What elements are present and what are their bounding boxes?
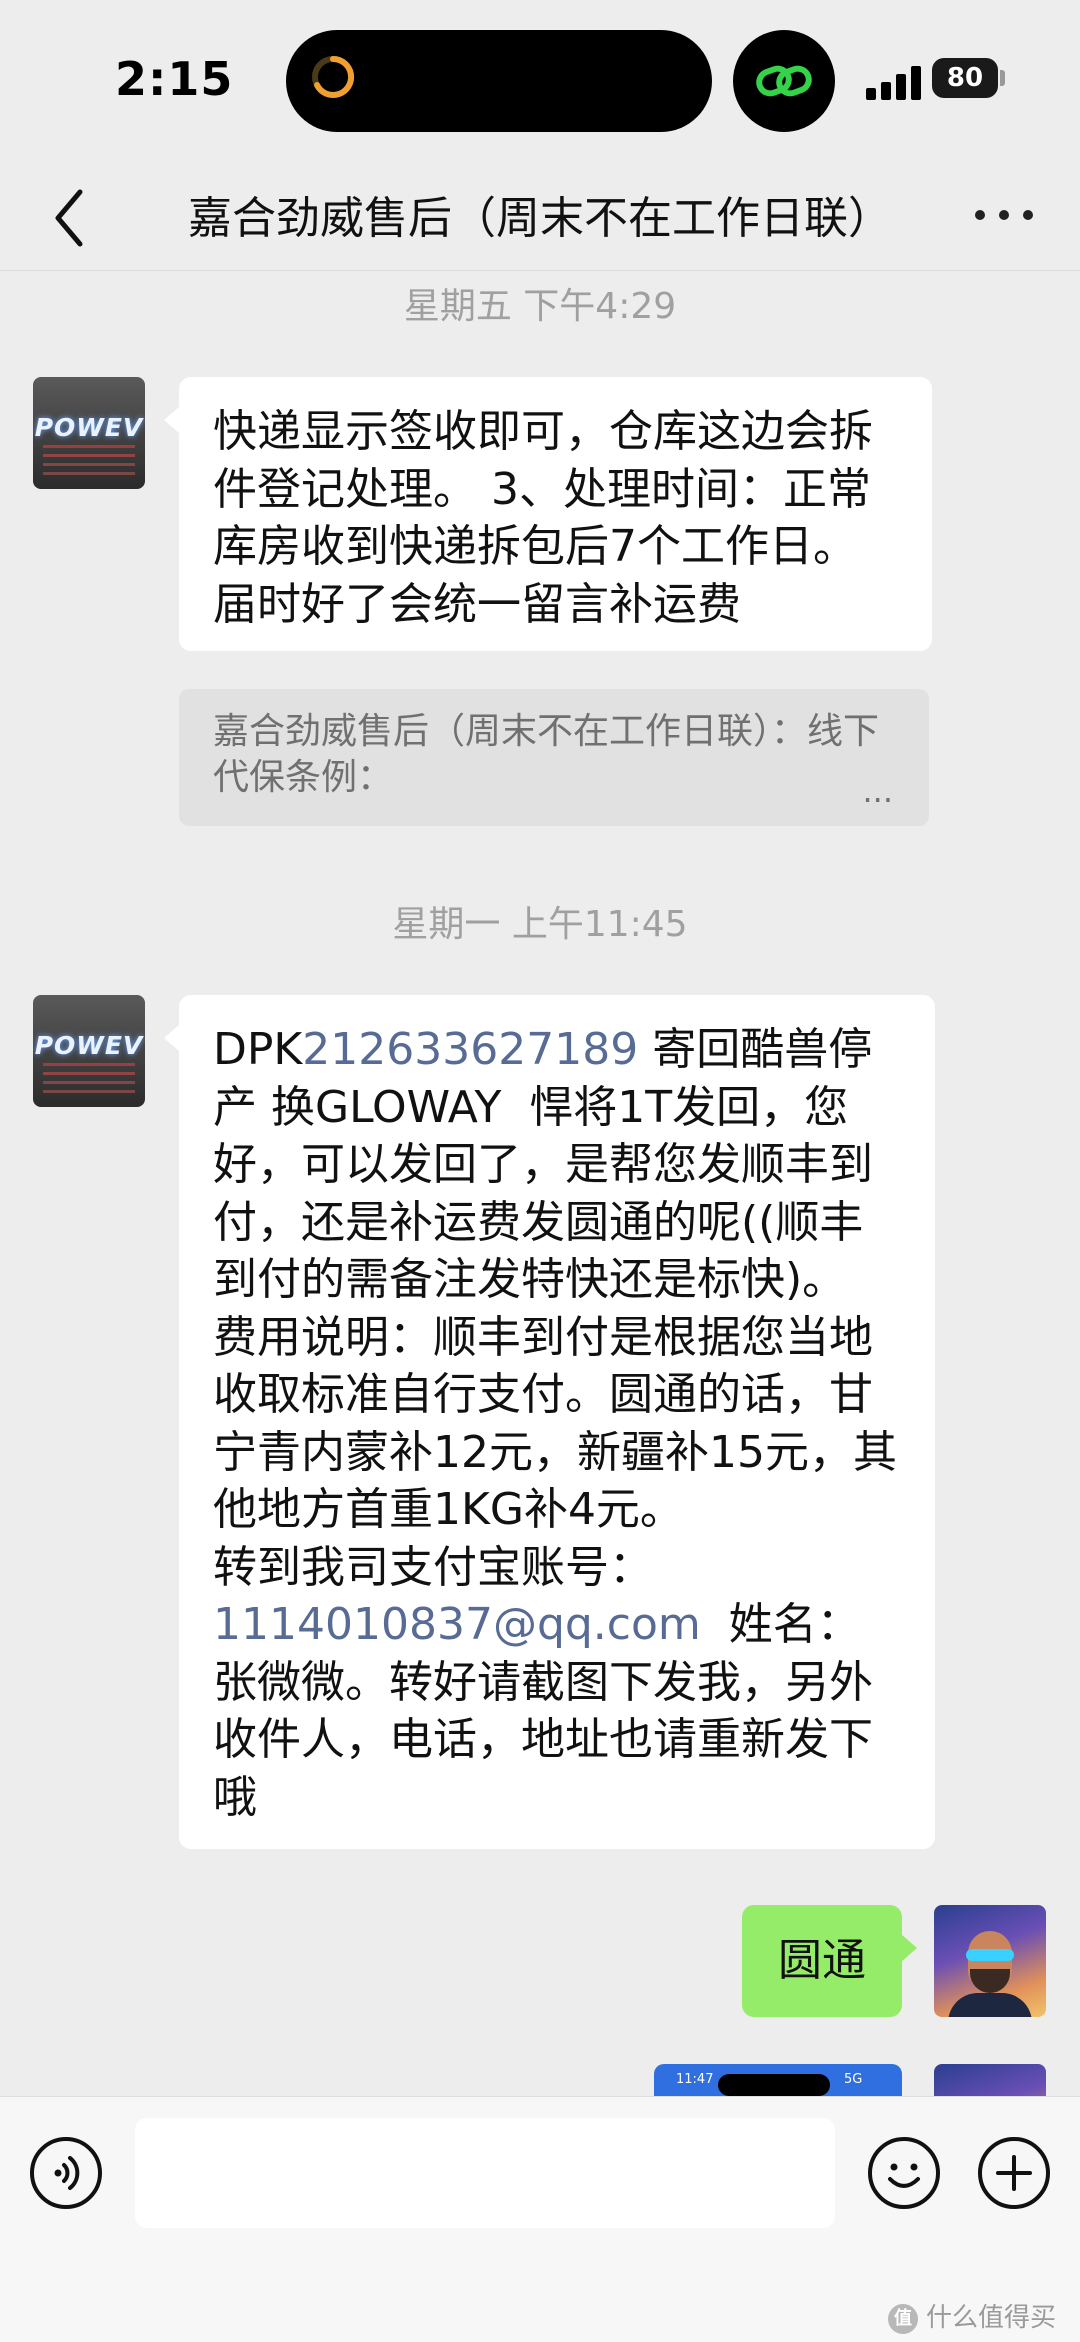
- watermark: 值什么值得买: [887, 2297, 1056, 2334]
- back-icon[interactable]: [40, 178, 100, 258]
- avatar-logo: POWEV: [34, 1031, 144, 1060]
- avatar-glasses: [966, 1949, 1014, 1961]
- voice-input-icon[interactable]: [30, 2137, 102, 2209]
- thumbnail-time: 11:47: [676, 2072, 714, 2087]
- avatar-text-lines: [43, 445, 135, 448]
- status-bar: 2:15 80: [0, 0, 1080, 160]
- timestamp: 星期五 下午4:29: [403, 286, 677, 327]
- bubble-tail: [164, 406, 180, 434]
- email-link[interactable]: 1114010837@qq.com: [213, 1599, 701, 1650]
- avatar-shirt: [948, 1993, 1032, 2017]
- thumbnail-island: [718, 2074, 830, 2096]
- nav-bar: 嘉合劲威售后（周末不在工作日联）: [0, 160, 1080, 271]
- emoji-icon[interactable]: [868, 2137, 940, 2209]
- avatar[interactable]: POWEV: [33, 377, 145, 489]
- timestamp: 星期一 上午11:45: [392, 904, 688, 945]
- plus-icon[interactable]: [978, 2137, 1050, 2209]
- battery-icon: 80: [932, 58, 998, 98]
- more-options-icon[interactable]: [975, 200, 1035, 230]
- self-avatar[interactable]: [934, 2064, 1046, 2096]
- self-message-bubble[interactable]: 圆通: [742, 1905, 902, 2017]
- watermark-text: 什么值得买: [925, 2303, 1056, 2333]
- quoted-message[interactable]: 嘉合劲威售后（周末不在工作日联）：线下代保条例： ...: [179, 689, 929, 826]
- chat-title: 嘉合劲威售后（周末不在工作日联）: [188, 193, 892, 244]
- avatar[interactable]: POWEV: [33, 995, 145, 1107]
- quoted-text: 嘉合劲威售后（周末不在工作日联）：线下代保条例：: [213, 711, 880, 798]
- message-input[interactable]: [135, 2118, 835, 2228]
- dynamic-island: [286, 30, 712, 132]
- message-text: 寄回酷兽停产 换GLOWAY 悍将1T发回，您好，可以发回了，是帮您发顺丰到付，…: [213, 1024, 897, 1593]
- order-number-link[interactable]: 212633627189: [302, 1024, 638, 1075]
- message-list[interactable]: 星期五 下午4:29 POWEV 快递显示签收即可，仓库这边会拆件登记处理。 3…: [0, 271, 1080, 2096]
- quote-more: ...: [862, 772, 893, 810]
- self-avatar[interactable]: [934, 1905, 1046, 2017]
- cellular-signal-icon: [866, 64, 924, 100]
- battery-tip: [1000, 70, 1005, 86]
- avatar-text-lines: [43, 1063, 135, 1066]
- message-text: DPK: [213, 1024, 303, 1075]
- message-bubble[interactable]: 快递显示签收即可，仓库这边会拆件登记处理。 3、处理时间：正常库房收到快递拆包后…: [179, 377, 932, 651]
- avatar-beard: [970, 1969, 1010, 1993]
- message-bubble[interactable]: DPK212633627189 寄回酷兽停产 换GLOWAY 悍将1T发回，您好…: [179, 995, 935, 1849]
- link-indicator: [733, 30, 835, 132]
- avatar-logo: POWEV: [34, 413, 144, 442]
- activity-ring-icon: [312, 55, 355, 98]
- screenshot-thumbnail[interactable]: 11:47 5G: [654, 2064, 902, 2096]
- input-bar: 值什么值得买: [0, 2096, 1080, 2342]
- watermark-logo-icon: 值: [887, 2303, 918, 2334]
- clock: 2:15: [115, 52, 234, 106]
- bubble-tail: [164, 1024, 180, 1052]
- link-icon: [756, 65, 812, 97]
- thumbnail-status: 5G: [844, 2072, 863, 2087]
- bubble-tail: [901, 1934, 917, 1962]
